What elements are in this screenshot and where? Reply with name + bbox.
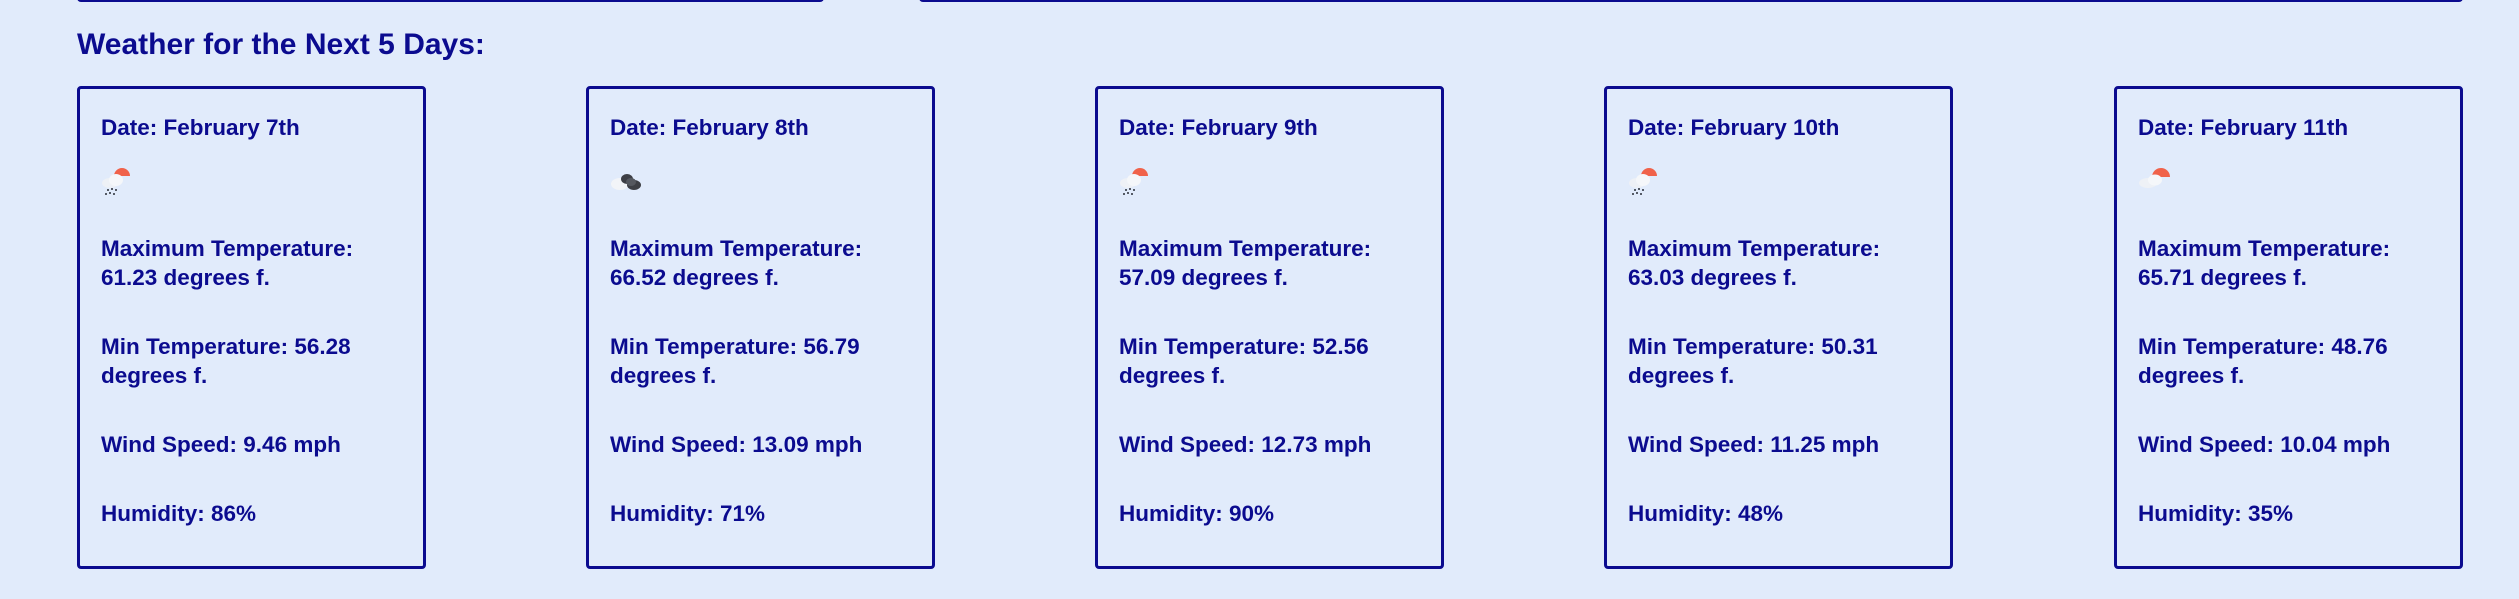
forecast-wind-speed: Wind Speed: 11.25 mph <box>1628 432 1880 457</box>
forecast-date: Date: February 11th <box>2138 115 2349 140</box>
light-rain-sun-icon <box>102 168 130 195</box>
forecast-min-temp: Min Temperature: 56.79 degrees f. <box>610 334 860 388</box>
forecast-date: Date: February 9th <box>1119 115 1318 140</box>
forecast-max-temp: Maximum Temperature: 61.23 degrees f. <box>101 236 354 290</box>
forecast-card-day-1: Date: February 7th Maximum Temperature: … <box>77 86 426 569</box>
forecast-date: Date: February 7th <box>101 115 300 140</box>
forecast-title: Weather for the Next 5 Days: <box>77 28 485 61</box>
forecast-humidity: Humidity: 90% <box>1119 501 1275 526</box>
forecast-wind-speed: Wind Speed: 12.73 mph <box>1119 432 1372 457</box>
forecast-cards: Date: February 7th Maximum Temperature: … <box>77 86 2463 569</box>
forecast-humidity: Humidity: 86% <box>101 501 257 526</box>
forecast-max-temp: Maximum Temperature: 57.09 degrees f. <box>1119 236 1372 290</box>
forecast-date: Date: February 8th <box>610 115 809 140</box>
forecast-min-temp: Min Temperature: 50.31 degrees f. <box>1628 334 1878 388</box>
forecast-max-temp: Maximum Temperature: 63.03 degrees f. <box>1628 236 1881 290</box>
forecast-min-temp: Min Temperature: 52.56 degrees f. <box>1119 334 1369 388</box>
light-rain-sun-icon <box>1120 168 1148 195</box>
forecast-max-temp: Maximum Temperature: 66.52 degrees f. <box>610 236 863 290</box>
forecast-wind-speed: Wind Speed: 13.09 mph <box>610 432 863 457</box>
broken-clouds-icon <box>611 174 641 190</box>
forecast-card-day-4: Date: February 10th Maximum Temperature:… <box>1604 86 1953 569</box>
top-panel-right <box>919 0 2463 2</box>
forecast-date: Date: February 10th <box>1628 115 1840 140</box>
forecast-min-temp: Min Temperature: 48.76 degrees f. <box>2138 334 2388 388</box>
forecast-card-day-3: Date: February 9th Maximum Temperature: … <box>1095 86 1444 569</box>
forecast-wind-speed: Wind Speed: 10.04 mph <box>2138 432 2391 457</box>
forecast-humidity: Humidity: 71% <box>610 501 766 526</box>
top-panel-left <box>77 0 824 2</box>
partly-cloudy-sun-icon <box>2139 168 2170 188</box>
forecast-min-temp: Min Temperature: 56.28 degrees f. <box>101 334 351 388</box>
forecast-card-day-5: Date: February 11th Maximum Temperature:… <box>2114 86 2463 569</box>
forecast-humidity: Humidity: 48% <box>1628 501 1784 526</box>
light-rain-sun-icon <box>1629 168 1657 195</box>
forecast-wind-speed: Wind Speed: 9.46 mph <box>101 432 341 457</box>
forecast-max-temp: Maximum Temperature: 65.71 degrees f. <box>2138 236 2391 290</box>
forecast-card-day-2: Date: February 8th Maximum Temperature: … <box>586 86 935 569</box>
forecast-humidity: Humidity: 35% <box>2138 501 2294 526</box>
